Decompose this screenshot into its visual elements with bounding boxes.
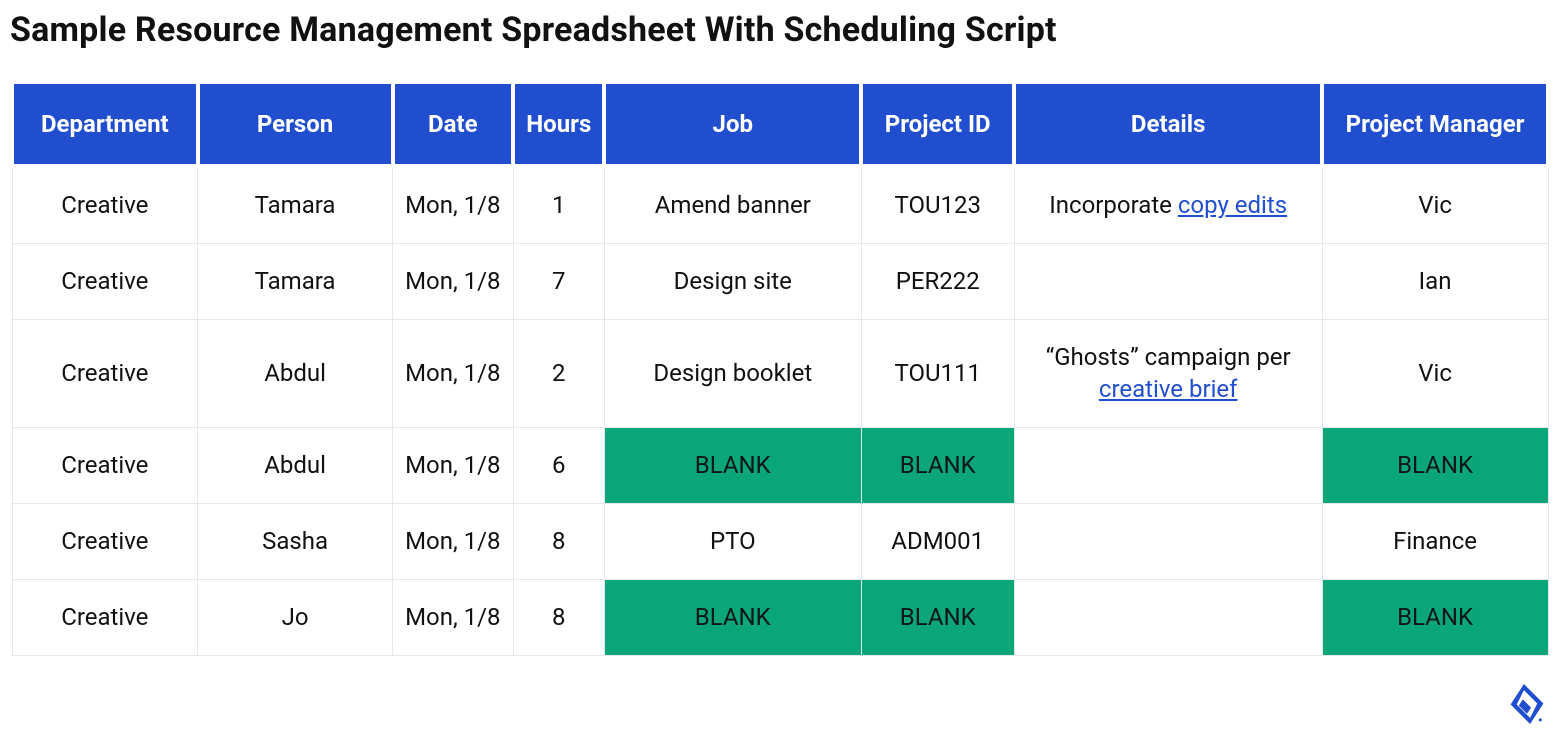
cell-project-id: TOU123 (861, 166, 1014, 244)
cell-department: Creative (12, 503, 198, 579)
cell-project-id: PER222 (861, 244, 1014, 320)
cell-details (1014, 503, 1322, 579)
details-link[interactable]: creative brief (1099, 375, 1238, 403)
cell-job: BLANK (604, 580, 861, 656)
cell-job: Design booklet (604, 320, 861, 427)
cell-project-manager: Finance (1322, 503, 1548, 579)
cell-project-manager: BLANK (1322, 580, 1548, 656)
col-department: Department (12, 82, 198, 166)
cell-project-id: BLANK (861, 580, 1014, 656)
cell-job: Amend banner (604, 166, 861, 244)
col-date: Date (393, 82, 514, 166)
table-body: Creative Tamara Mon, 1/8 1 Amend banner … (12, 166, 1548, 656)
cell-project-manager: Vic (1322, 320, 1548, 427)
cell-job: Design site (604, 244, 861, 320)
cell-hours: 7 (513, 244, 604, 320)
cell-project-manager: BLANK (1322, 427, 1548, 503)
col-person: Person (198, 82, 393, 166)
cell-job: PTO (604, 503, 861, 579)
cell-date: Mon, 1/8 (393, 427, 514, 503)
cell-details (1014, 244, 1322, 320)
table-row: Creative Tamara Mon, 1/8 7 Design site P… (12, 244, 1548, 320)
page-title: Sample Resource Management Spreadsheet W… (10, 10, 1550, 50)
cell-department: Creative (12, 244, 198, 320)
table-header-row: Department Person Date Hours Job Project… (12, 82, 1548, 166)
cell-project-manager: Vic (1322, 166, 1548, 244)
cell-department: Creative (12, 320, 198, 427)
cell-person: Abdul (198, 427, 393, 503)
cell-date: Mon, 1/8 (393, 244, 514, 320)
table-row: Creative Abdul Mon, 1/8 6 BLANK BLANK BL… (12, 427, 1548, 503)
cell-date: Mon, 1/8 (393, 320, 514, 427)
page-root: Sample Resource Management Spreadsheet W… (0, 0, 1560, 732)
cell-department: Creative (12, 427, 198, 503)
col-job: Job (604, 82, 861, 166)
cell-hours: 8 (513, 580, 604, 656)
cell-person: Abdul (198, 320, 393, 427)
cell-job: BLANK (604, 427, 861, 503)
cell-hours: 2 (513, 320, 604, 427)
cell-date: Mon, 1/8 (393, 580, 514, 656)
cell-project-manager: Ian (1322, 244, 1548, 320)
table-row: Creative Abdul Mon, 1/8 2 Design booklet… (12, 320, 1548, 427)
cell-hours: 8 (513, 503, 604, 579)
table-row: Creative Jo Mon, 1/8 8 BLANK BLANK BLANK (12, 580, 1548, 656)
details-text: Incorporate (1049, 191, 1178, 219)
col-hours: Hours (513, 82, 604, 166)
details-text: “Ghosts” campaign per (1046, 343, 1291, 371)
cell-date: Mon, 1/8 (393, 503, 514, 579)
col-project-manager: Project Manager (1322, 82, 1548, 166)
cell-project-id: BLANK (861, 427, 1014, 503)
col-project-id: Project ID (861, 82, 1014, 166)
cell-person: Sasha (198, 503, 393, 579)
cell-project-id: TOU111 (861, 320, 1014, 427)
cell-hours: 6 (513, 427, 604, 503)
cell-person: Jo (198, 580, 393, 656)
cell-details: “Ghosts” campaign per creative brief (1014, 320, 1322, 427)
details-link[interactable]: copy edits (1178, 191, 1287, 219)
cell-department: Creative (12, 580, 198, 656)
toptal-logo-icon (1510, 684, 1544, 724)
cell-details (1014, 427, 1322, 503)
cell-person: Tamara (198, 166, 393, 244)
cell-project-id: ADM001 (861, 503, 1014, 579)
cell-details (1014, 580, 1322, 656)
cell-person: Tamara (198, 244, 393, 320)
cell-hours: 1 (513, 166, 604, 244)
cell-department: Creative (12, 166, 198, 244)
table-row: Creative Sasha Mon, 1/8 8 PTO ADM001 Fin… (12, 503, 1548, 579)
col-details: Details (1014, 82, 1322, 166)
resource-table: Department Person Date Hours Job Project… (10, 80, 1550, 656)
table-row: Creative Tamara Mon, 1/8 1 Amend banner … (12, 166, 1548, 244)
cell-details: Incorporate copy edits (1014, 166, 1322, 244)
cell-date: Mon, 1/8 (393, 166, 514, 244)
